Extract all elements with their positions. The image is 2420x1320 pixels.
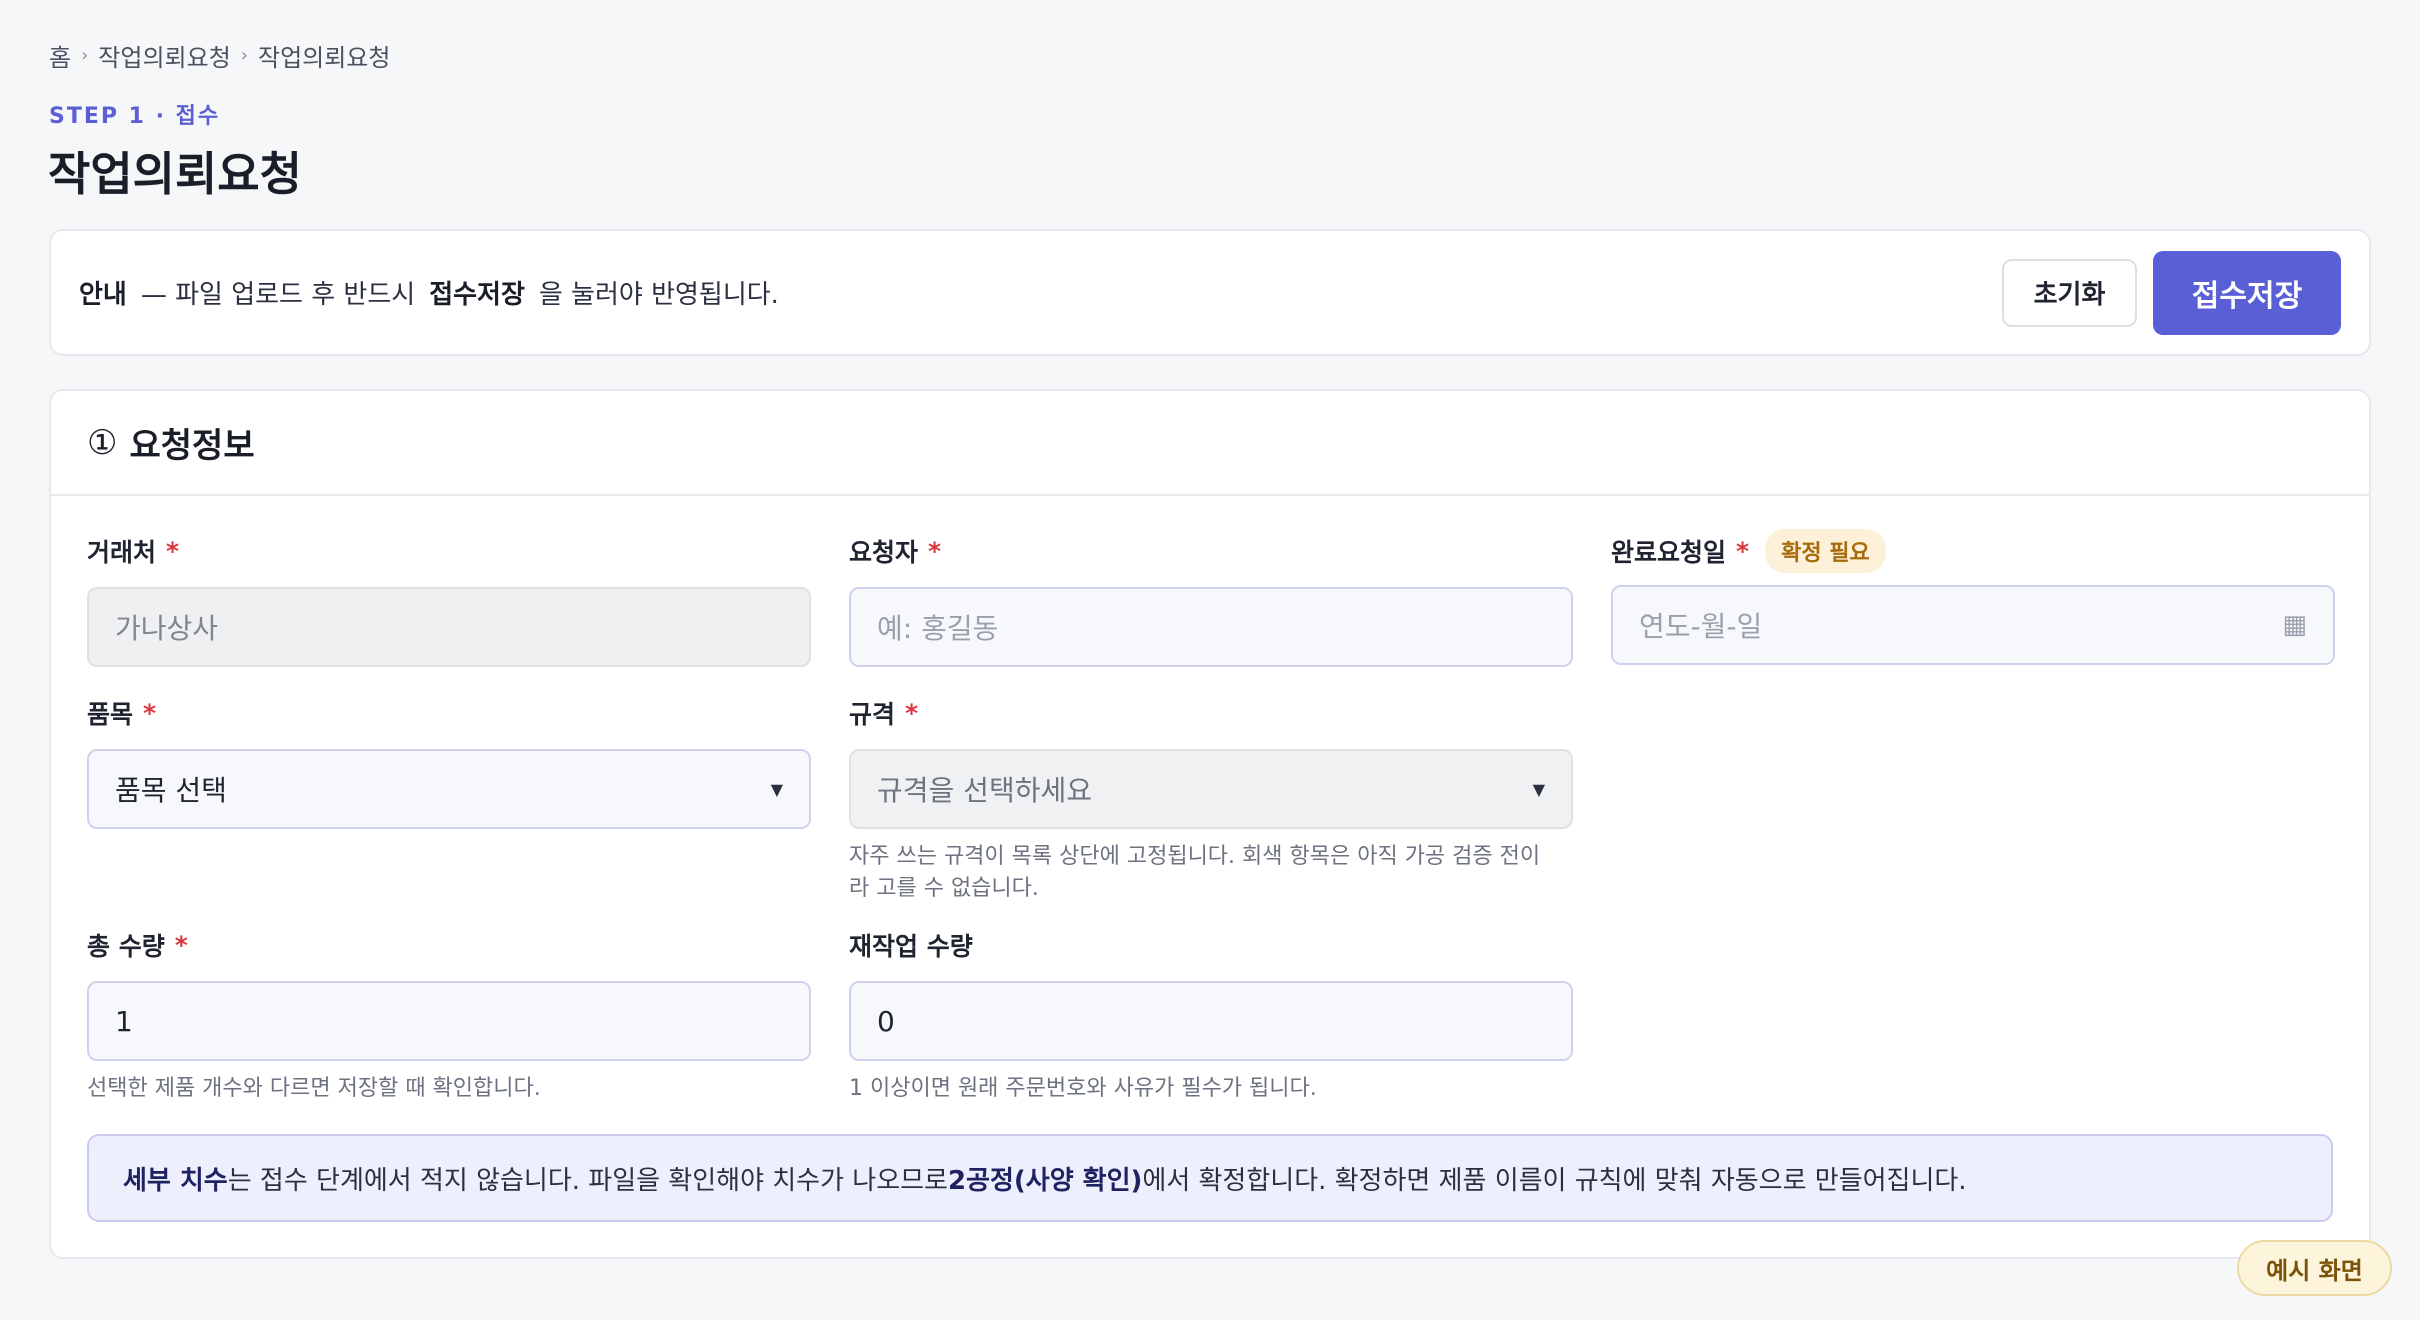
section-number: ① <box>87 422 118 463</box>
spec-help-text: 자주 쓰는 규격이 목록 상단에 고정됩니다. 회색 항목은 아직 가공 검증 … <box>849 844 1541 901</box>
section-title: 요청정보 <box>129 426 255 466</box>
breadcrumb-current: 작업의뢰요청 <box>257 44 391 72</box>
rework-qty-input[interactable]: 0 <box>849 981 1573 1061</box>
total-qty-input[interactable]: 1 <box>87 981 811 1061</box>
required-mark: * <box>166 536 180 566</box>
due-date-input[interactable]: 연도-월-일 ▦ <box>1611 585 2335 665</box>
reset-button[interactable]: 초기화 <box>2002 258 2137 327</box>
rework-qty-help-text: 1 이상이면 원래 주문번호와 사유가 필수가 됩니다. <box>849 1076 1317 1101</box>
breadcrumb-home[interactable]: 홈 <box>49 38 71 73</box>
chevron-down-icon: ▼ <box>770 779 783 799</box>
spec-label: 규격 * <box>849 693 1573 733</box>
spec-select-value: 규격을 선택하세요 <box>877 774 1092 807</box>
info-step-emphasis: 2공정(사양 확인) <box>947 1165 1143 1196</box>
required-mark: * <box>928 536 942 566</box>
rework-qty-label-text: 재작업 수량 <box>849 932 973 961</box>
required-mark: * <box>1736 536 1750 566</box>
breadcrumb-item[interactable]: 작업의뢰요청 <box>98 38 230 73</box>
rework-qty-label: 재작업 수량 <box>849 925 1573 965</box>
section-header: ① 요청정보 <box>51 391 2369 496</box>
save-button[interactable]: 접수저장 <box>2153 250 2341 335</box>
calendar-icon[interactable]: ▦ <box>2282 610 2307 640</box>
breadcrumb-separator-icon: › <box>81 45 89 66</box>
due-date-field: 완료요청일 * 확정 필요 연도-월-일 ▦ <box>1611 529 2335 665</box>
required-mark: * <box>905 698 919 728</box>
page-title: 작업의뢰요청 <box>48 147 302 201</box>
notice-text: 안내 — 파일 업로드 후 반드시 접수저장 을 눌러야 반영됩니다. <box>79 274 779 311</box>
confirm-needed-badge: 확정 필요 <box>1765 529 1886 573</box>
requester-label-text: 요청자 <box>849 538 919 567</box>
due-date-label-text: 완료요청일 <box>1611 538 1727 567</box>
example-screen-badge: 예시 화면 <box>2237 1240 2392 1296</box>
item-label-text: 품목 <box>87 700 134 729</box>
item-field: 품목 * 품목 선택 ▼ <box>87 693 811 829</box>
dimension-info-box: 세부 치수 는 접수 단계에서 적지 않습니다. 파일을 확인해야 치수가 나오므… <box>87 1134 2333 1222</box>
client-input: 가나상사 <box>87 587 811 667</box>
total-qty-help-text: 선택한 제품 개수와 다르면 저장할 때 확인합니다. <box>87 1076 541 1101</box>
notice-text-before: — 파일 업로드 후 반드시 <box>140 280 416 310</box>
info-text-end: 에서 확정합니다. 확정하면 제품 이름이 규칙에 맞춰 자동으로 만들어집니다… <box>1142 1165 1967 1196</box>
spec-label-text: 규격 <box>849 700 896 729</box>
client-label: 거래처 * <box>87 531 811 571</box>
due-date-label: 완료요청일 * 확정 필요 <box>1611 529 2335 573</box>
total-qty-field: 총 수량 * 1 선택한 제품 개수와 다르면 저장할 때 확인합니다. <box>87 925 811 1105</box>
notice-text-after: 을 눌러야 반영됩니다. <box>538 280 779 310</box>
total-qty-label: 총 수량 * <box>87 925 811 965</box>
info-emphasis: 세부 치수 <box>123 1165 228 1196</box>
spec-field: 규격 * 규격을 선택하세요 ▼ 자주 쓰는 규격이 목록 상단에 고정됩니다.… <box>849 693 1573 905</box>
client-field: 거래처 * 가나상사 <box>87 531 811 667</box>
step-label: STEP 1 · 접수 <box>49 104 221 129</box>
item-select-value: 품목 선택 <box>115 774 227 807</box>
info-text: 는 접수 단계에서 적지 않습니다. 파일을 확인해야 치수가 나오므로 <box>227 1165 948 1196</box>
requester-label: 요청자 * <box>849 531 1573 571</box>
total-qty-label-text: 총 수량 <box>87 932 165 961</box>
item-select[interactable]: 품목 선택 ▼ <box>87 749 811 829</box>
breadcrumb: 홈 › 작업의뢰요청 › 작업의뢰요청 <box>49 38 390 73</box>
requester-field: 요청자 * 예: 홍길동 <box>849 531 1573 667</box>
chevron-down-icon: ▼ <box>1532 779 1545 799</box>
due-date-placeholder: 연도-월-일 <box>1639 610 1763 643</box>
rework-qty-field: 재작업 수량 0 1 이상이면 원래 주문번호와 사유가 필수가 됩니다. <box>849 925 1573 1105</box>
item-label: 품목 * <box>87 693 811 733</box>
notice-prefix: 안내 <box>79 280 127 310</box>
notice-actions: 초기화 접수저장 <box>2002 250 2341 335</box>
requester-input[interactable]: 예: 홍길동 <box>849 587 1573 667</box>
breadcrumb-separator-icon: › <box>240 45 248 66</box>
notice-emphasis: 접수저장 <box>429 280 525 310</box>
client-label-text: 거래처 <box>87 538 157 567</box>
required-mark: * <box>143 698 157 728</box>
notice-bar: 안내 — 파일 업로드 후 반드시 접수저장 을 눌러야 반영됩니다. 초기화 … <box>49 229 2371 356</box>
page: 홈 › 작업의뢰요청 › 작업의뢰요청 STEP 1 · 접수 작업의뢰요청 안… <box>0 0 2420 1320</box>
required-mark: * <box>174 930 188 960</box>
spec-select[interactable]: 규격을 선택하세요 ▼ <box>849 749 1573 829</box>
request-info-card: ① 요청정보 거래처 * 가나상사 요청자 * 예: 홍길동 완료요청일 * 확… <box>49 389 2371 1259</box>
